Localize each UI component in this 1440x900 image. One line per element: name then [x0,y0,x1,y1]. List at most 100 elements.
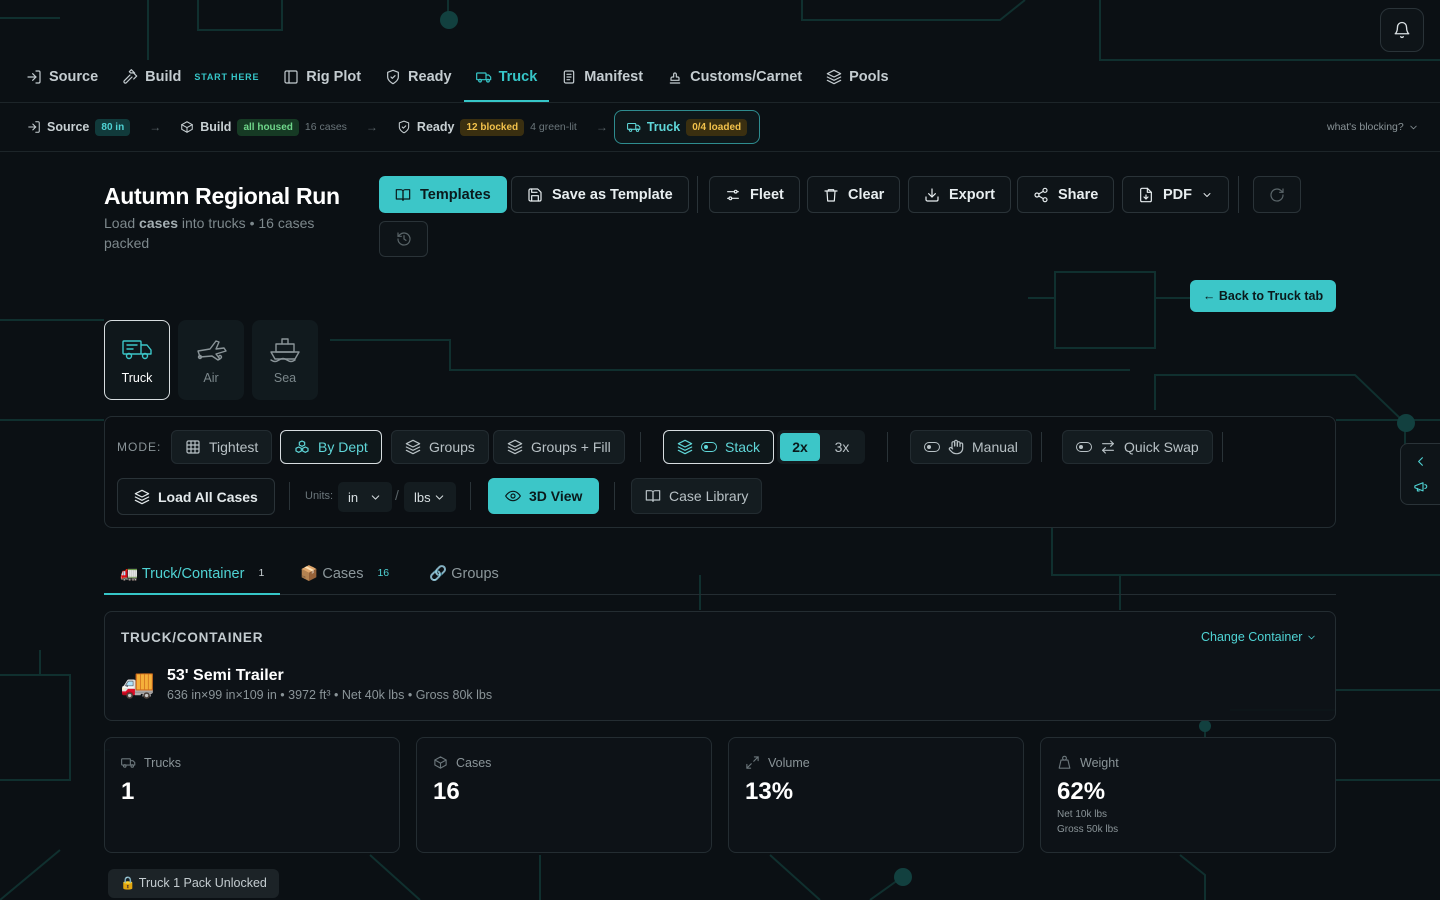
pipeline-step-ready[interactable]: Ready 12 blocked 4 green-lit [384,110,590,144]
stat-label-text: Volume [768,755,810,770]
pack-lock-status-button[interactable]: 🔒 Truck 1 Pack Unlocked [108,869,279,898]
nav-item-build[interactable]: Build START HERE [110,52,271,102]
share-icon [1034,187,1048,202]
stack-level-3x[interactable]: 3x [822,433,862,461]
nav-item-source[interactable]: Source [14,52,110,102]
mode-groups-button[interactable]: Groups [391,430,489,464]
whats-blocking-button[interactable]: what's blocking? [1327,121,1419,133]
chevron-down-icon [1410,125,1417,129]
change-container-button[interactable]: Change Container [1201,630,1317,644]
stack-level-2x[interactable]: 2x [780,433,820,461]
clear-button[interactable]: Clear [807,176,901,213]
chevron-left-icon [1418,457,1423,466]
pipeline-step-build[interactable]: Build all housed 16 cases [167,110,360,144]
content-tabs: 🚛 Truck/Container 1 📦 Cases 16 🔗 Groups [104,552,1336,595]
transport-air[interactable]: Air [178,320,244,400]
nav-item-label: Pools [849,69,889,85]
chevron-down-icon [1203,192,1211,197]
mode-tightest-button[interactable]: Tightest [171,430,273,464]
truck-emoji-icon: 🚚 [120,668,155,699]
weight-icon [1058,755,1071,769]
refresh-icon [1270,187,1284,202]
truck-icon [626,122,641,132]
transport-sea[interactable]: Sea [252,320,318,400]
load-all-cases-button[interactable]: Load All Cases [117,478,275,515]
pipeline-bar: Source 80 in → Build all housed 16 cases… [14,110,761,144]
export-button[interactable]: Export [908,176,1011,213]
notifications-button[interactable] [1380,8,1424,52]
load-all-cases-label: Load All Cases [158,488,258,505]
length-unit-select[interactable]: in [338,482,392,512]
grid-icon [186,440,200,454]
start-here-tag: START HERE [194,72,260,82]
share-button[interactable]: Share [1017,176,1115,213]
truck-illustration-icon [122,340,152,360]
nav-item-pools[interactable]: Pools [814,52,900,102]
nav-item-ready[interactable]: Ready [373,52,464,102]
weight-unit-value: lbs [414,489,431,505]
toolbar-divider [697,176,698,213]
units-label: Units: [305,490,334,502]
subtitle-bold: cases [139,215,178,231]
nav-item-label: Manifest [584,69,644,85]
nav-item-customs[interactable]: Customs/Carnet [655,52,814,102]
book-open-icon [395,188,411,201]
container-heading: TRUCK/CONTAINER [121,630,264,645]
transport-label: Air [203,371,219,385]
pipeline-step-label: Build [200,120,232,134]
tab-truck-container[interactable]: 🚛 Truck/Container 1 [104,552,281,595]
layout-icon [284,70,298,84]
mode-divider [470,482,471,510]
subtitle-prefix: Load [104,215,140,231]
save-as-template-button[interactable]: Save as Template [511,176,689,213]
stat-value: 1 [121,778,135,805]
transport-truck[interactable]: Truck [104,320,170,400]
mode-divider [1222,432,1223,462]
page-subtitle: Load cases into trucks • 16 cases packed [104,213,344,253]
stack-toggle-button[interactable]: Stack [663,430,775,464]
book-open-icon [645,490,661,502]
share-label: Share [1058,186,1099,203]
toolbar-divider [1238,176,1239,213]
case-library-button[interactable]: Case Library [631,478,763,514]
pipeline-step-truck[interactable]: Truck 0/4 loaded [613,110,761,144]
change-container-label: Change Container [1201,630,1303,644]
mode-by-dept-button[interactable]: By Dept [280,430,382,464]
nav-item-truck[interactable]: Truck [463,52,550,102]
nav-item-manifest[interactable]: Manifest [549,52,655,102]
shield-check-icon [387,69,399,85]
divider [0,102,1440,103]
side-drawer-toggle[interactable] [1400,443,1440,505]
boxes-icon [295,440,309,453]
layers-icon [507,439,523,455]
mode-groups-fill-button[interactable]: Groups + Fill [493,430,625,464]
history-button[interactable] [379,221,428,257]
layers-icon [826,69,842,85]
templates-button[interactable]: Templates [379,176,507,213]
arrow-right-icon: → [365,120,378,134]
refresh-button[interactable] [1253,176,1301,213]
toggle-off-icon [924,442,940,452]
nav-item-label: Ready [408,69,452,85]
transport-label: Sea [273,371,297,385]
mode-groups-fill-label: Groups + Fill [531,439,611,455]
pipeline-step-source[interactable]: Source 80 in [14,110,143,144]
tab-groups[interactable]: 🔗 Groups [405,552,515,594]
nav-item-rig-plot[interactable]: Rig Plot [271,52,373,102]
top-navigation: Source Build START HERE Rig Plot Ready T… [14,52,901,102]
stat-label: Cases [433,755,491,770]
weight-unit-select[interactable]: lbs [404,482,456,512]
sign-in-icon [27,70,41,84]
3d-view-button[interactable]: 3D View [488,478,600,514]
pdf-dropdown-button[interactable]: PDF [1122,176,1229,213]
download-icon [925,187,939,202]
expand-icon [746,756,759,769]
quick-swap-toggle-button[interactable]: Quick Swap [1062,430,1213,464]
3d-view-label: 3D View [529,488,583,504]
back-to-truck-tab-button[interactable]: ← Back to Truck tab [1190,280,1336,312]
tab-cases[interactable]: 📦 Cases 16 [280,552,405,594]
save-icon [528,187,542,202]
fleet-button[interactable]: Fleet [709,176,800,213]
truck-icon [121,758,136,768]
manual-toggle-button[interactable]: Manual [910,430,1032,464]
